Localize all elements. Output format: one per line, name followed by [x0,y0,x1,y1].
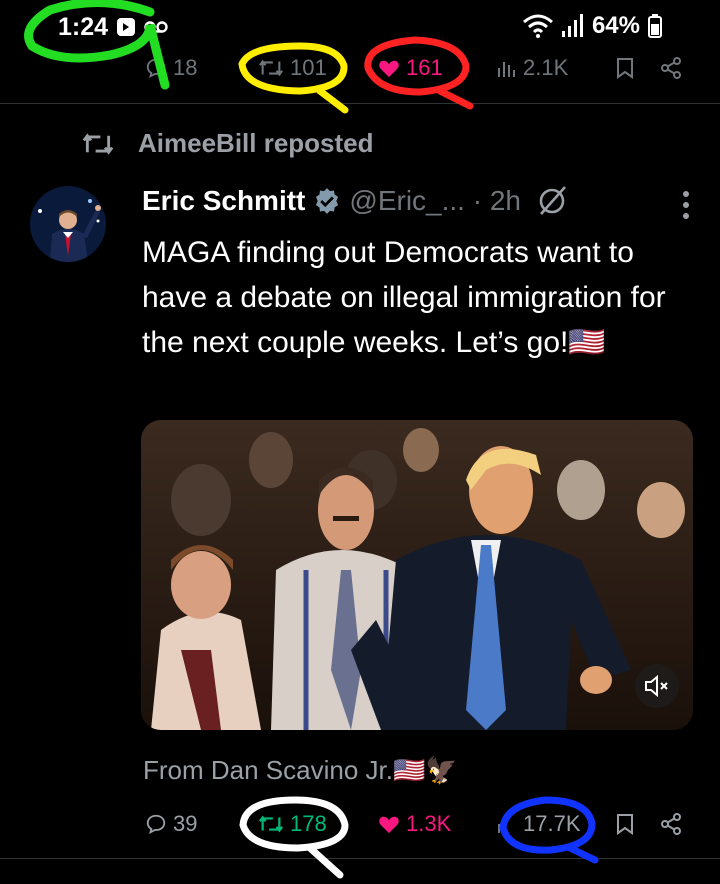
white-annotation-circle [239,796,349,879]
annotation-overlay [24,0,599,879]
blue-annotation-circle [499,796,599,864]
yellow-annotation-circle [238,42,349,114]
red-annotation-circle [364,36,474,110]
green-annotation-circle [24,0,170,90]
